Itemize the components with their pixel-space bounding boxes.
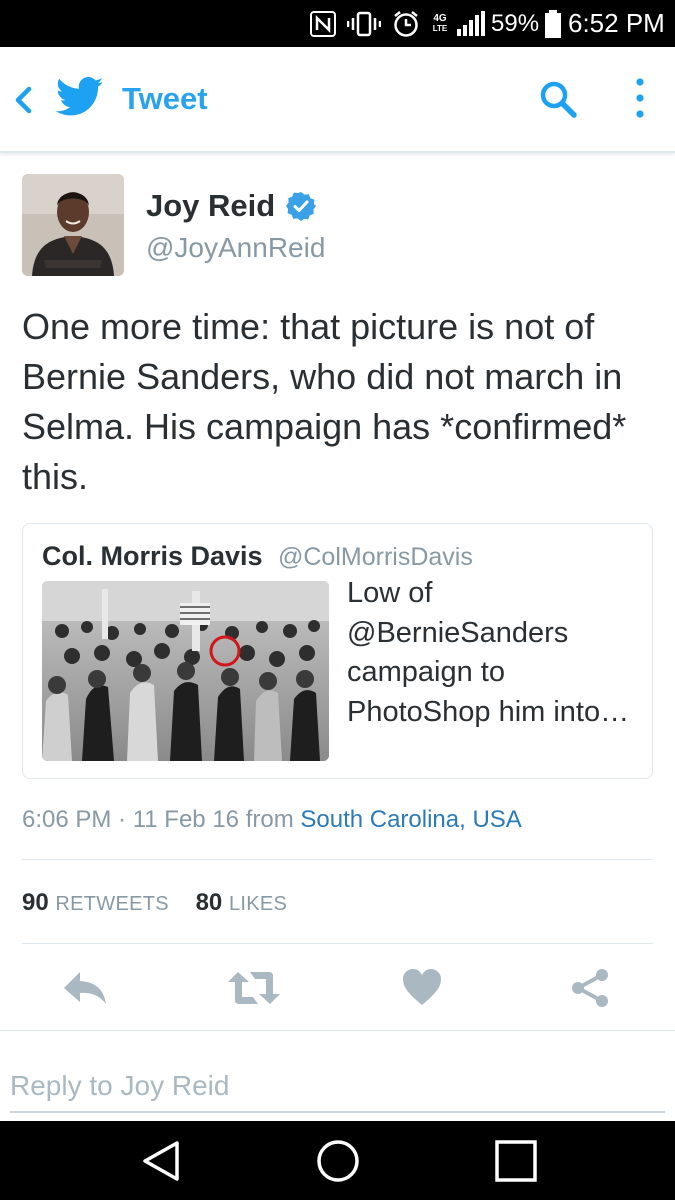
author-handle[interactable]: @JoyAnnReid (146, 232, 325, 264)
battery-icon (545, 0, 561, 47)
back-chevron-icon[interactable] (12, 83, 34, 122)
tweet-timestamp: 6:06 PM · 11 Feb 16 (22, 806, 240, 833)
signal-icon (457, 0, 485, 47)
likes-stat[interactable]: 80 LIKES (196, 889, 288, 916)
battery-percent: 59% (491, 9, 540, 37)
tweet-stats: 90 RETWEETS 80 LIKES (22, 889, 287, 917)
tweet-text: One more time: that picture is not of Be… (22, 306, 627, 497)
divider (22, 859, 653, 860)
status-time: 6:52 PM (568, 8, 665, 38)
toolbar-title: Tweet (122, 81, 208, 116)
tweet-meta: 6:06 PM · 11 Feb 16 from South Carolina,… (22, 806, 522, 834)
verified-badge-icon (286, 191, 316, 226)
quoted-tweet-photo[interactable] (42, 581, 329, 761)
nav-back-icon[interactable] (141, 1139, 181, 1188)
alarm-icon (392, 0, 420, 47)
quoted-author-handle: @ColMorrisDavis (278, 543, 473, 571)
twitter-bird-icon (55, 77, 104, 122)
tweet-location-link[interactable]: South Carolina, USA (300, 806, 521, 833)
search-icon[interactable] (538, 79, 578, 124)
quoted-author-name: Col. Morris Davis (42, 541, 263, 571)
nfc-icon (310, 0, 336, 47)
toolbar: Tweet (0, 47, 675, 153)
share-icon[interactable] (570, 968, 610, 1013)
retweets-label: RETWEETS (55, 893, 169, 915)
retweet-icon[interactable] (228, 968, 280, 1013)
quoted-tweet-text: Low of @BernieSanders campaign to PhotoS… (347, 577, 630, 728)
reply-icon[interactable] (62, 968, 108, 1013)
reply-input[interactable] (10, 1061, 665, 1113)
vibrate-icon (347, 0, 381, 47)
divider (22, 943, 653, 944)
nav-home-icon[interactable] (316, 1139, 360, 1188)
network-type: 4G (433, 12, 447, 24)
like-heart-icon[interactable] (402, 968, 442, 1011)
avatar[interactable] (22, 174, 124, 276)
retweets-count: 90 (22, 889, 49, 916)
author-name[interactable]: Joy Reid (146, 188, 275, 224)
more-vertical-icon[interactable] (634, 77, 646, 124)
quoted-tweet-card[interactable]: Col. Morris Davis @ColMorrisDavis Low of… (22, 523, 653, 779)
system-nav-bar (0, 1121, 675, 1200)
retweets-stat[interactable]: 90 RETWEETS (22, 889, 169, 916)
reply-bar (0, 1030, 675, 1122)
likes-count: 80 (195, 889, 223, 916)
network-subtype: LTE (432, 23, 448, 33)
nav-recents-icon[interactable] (494, 1139, 538, 1188)
source-prefix: from (245, 806, 294, 833)
status-bar: 4G LTE 59% 6:52 PM (0, 0, 675, 47)
likes-label: LIKES (228, 893, 288, 915)
